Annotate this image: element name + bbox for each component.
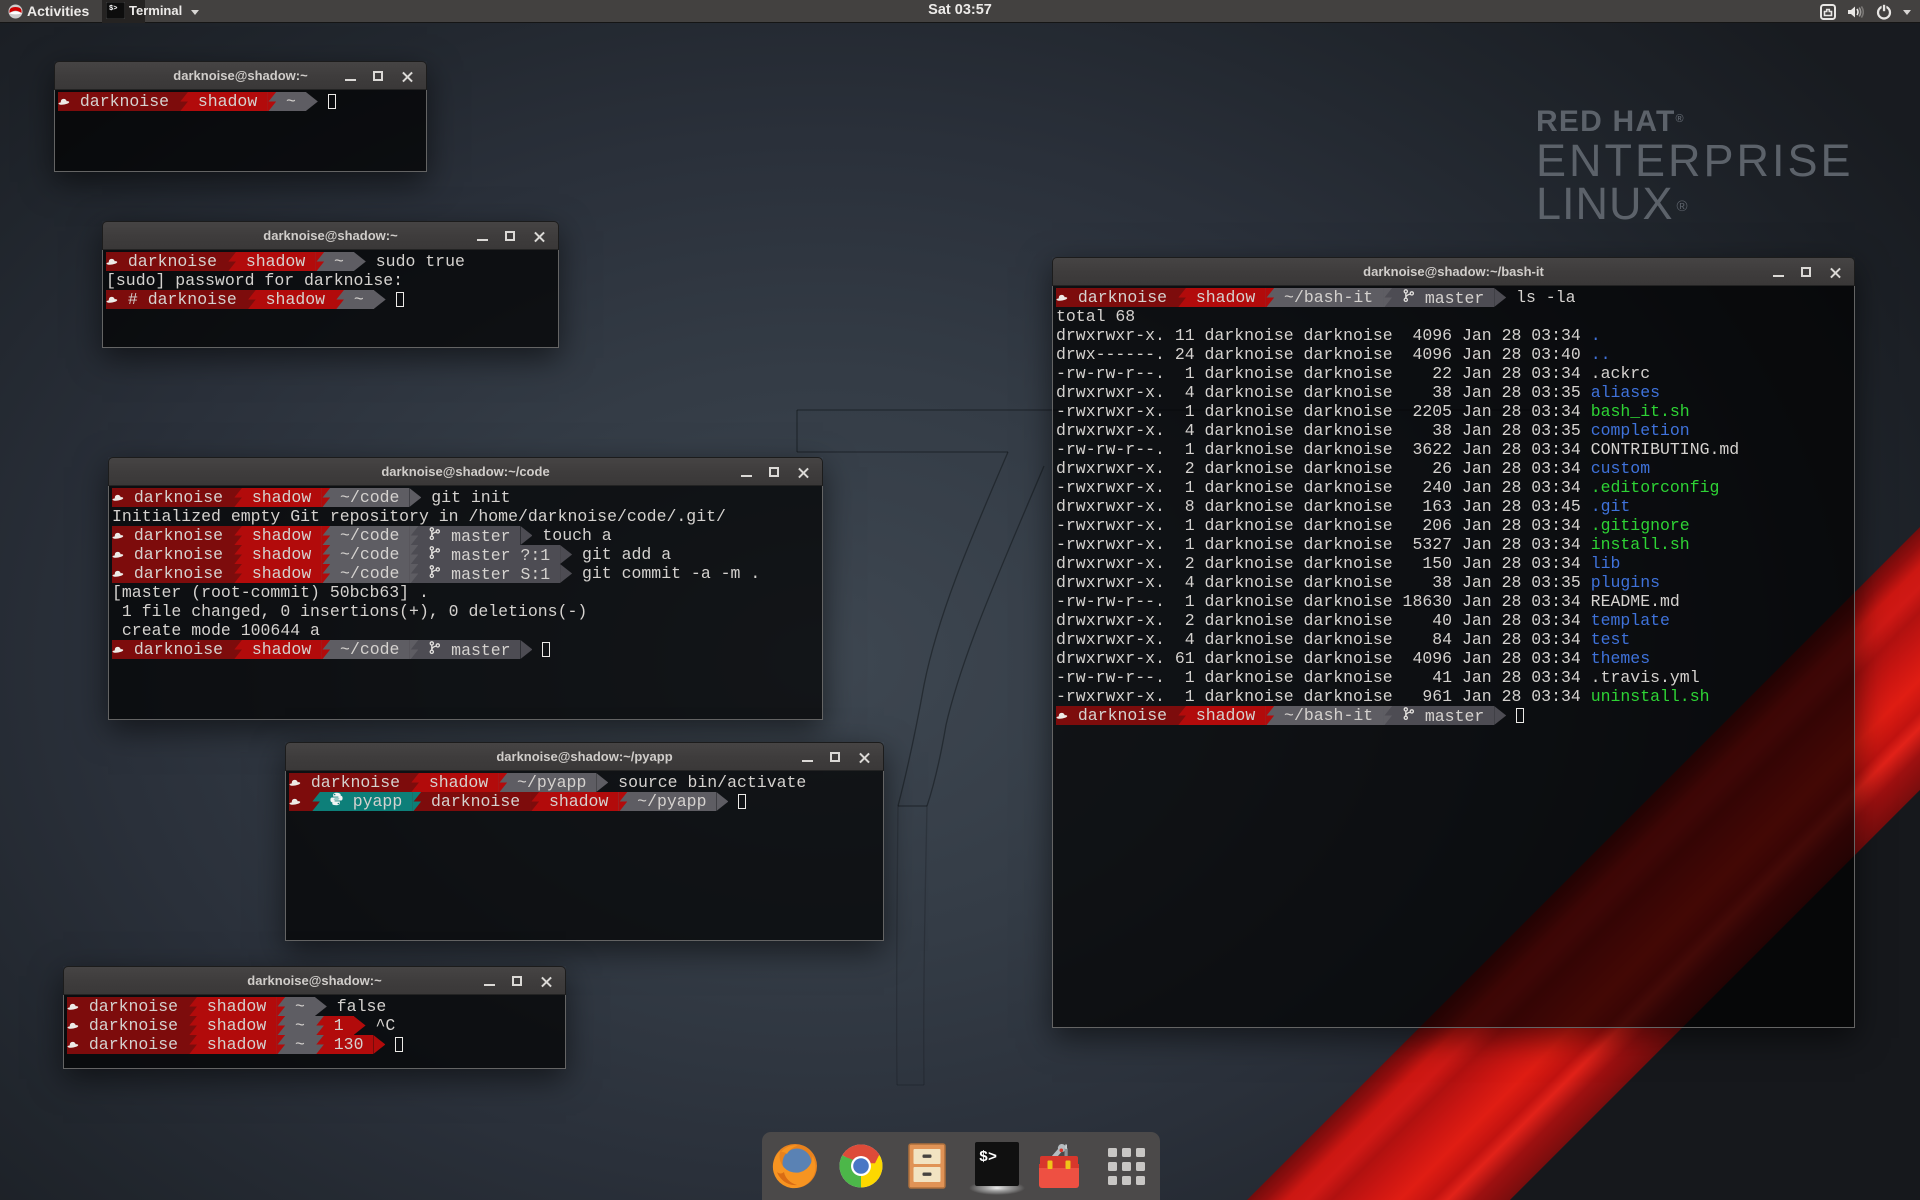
- svg-text:$>: $>: [109, 5, 117, 13]
- svg-text:$>: $>: [979, 1149, 997, 1166]
